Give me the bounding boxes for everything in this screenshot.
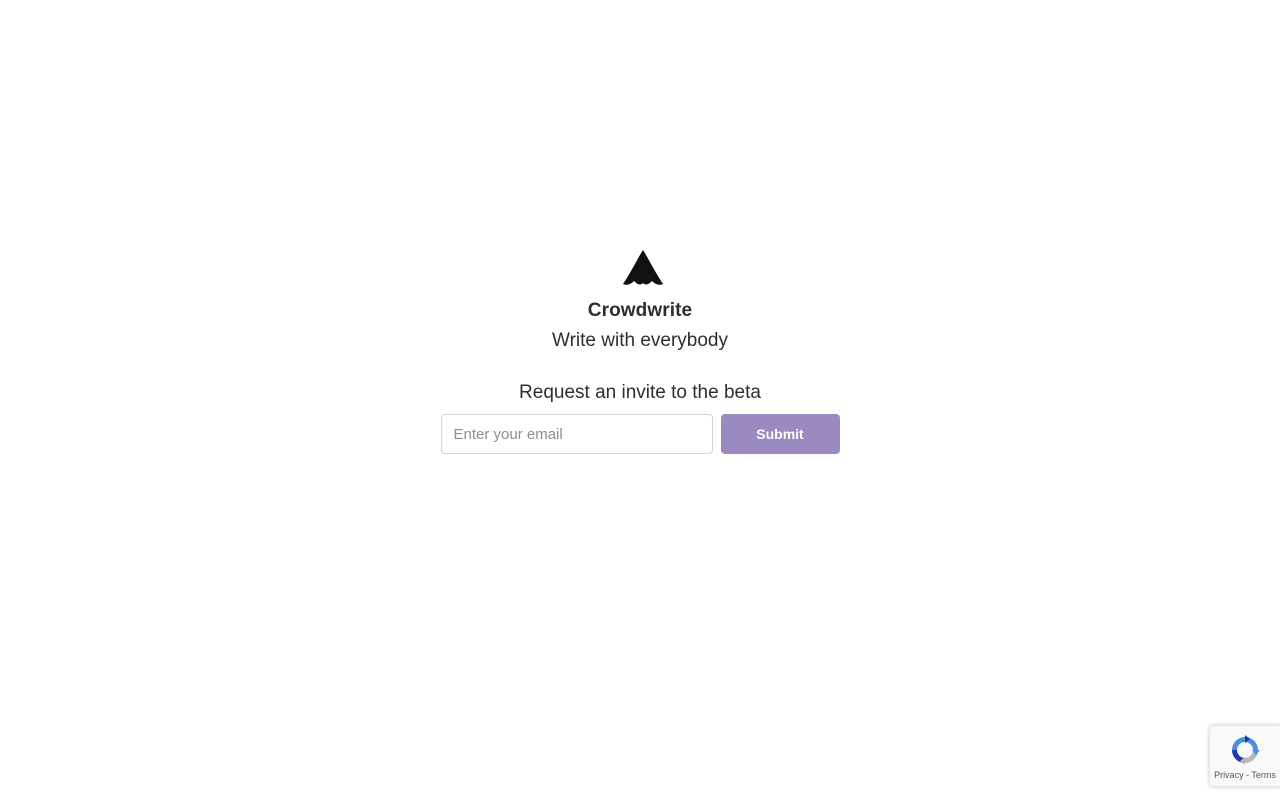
tagline: Write with everybody (552, 330, 728, 351)
brand-name: Crowdwrite (587, 300, 693, 321)
recaptcha-links: Privacy - Terms (1214, 770, 1276, 780)
terms-link[interactable]: Terms (1251, 770, 1276, 780)
crowdwrite-logo-icon (623, 250, 663, 285)
signup-panel: Crowdwrite Write with everybody Request … (0, 248, 1280, 454)
privacy-link[interactable]: Privacy (1214, 770, 1244, 780)
page: Crowdwrite Write with everybody Request … (0, 0, 1280, 800)
invite-heading: Request an invite to the beta (519, 382, 761, 403)
email-input[interactable] (440, 414, 713, 454)
recaptcha-badge[interactable]: Privacy - Terms (1210, 726, 1280, 786)
recaptcha-icon (1232, 735, 1260, 765)
invite-form: Submit (440, 414, 840, 454)
submit-button[interactable]: Submit (720, 414, 840, 454)
